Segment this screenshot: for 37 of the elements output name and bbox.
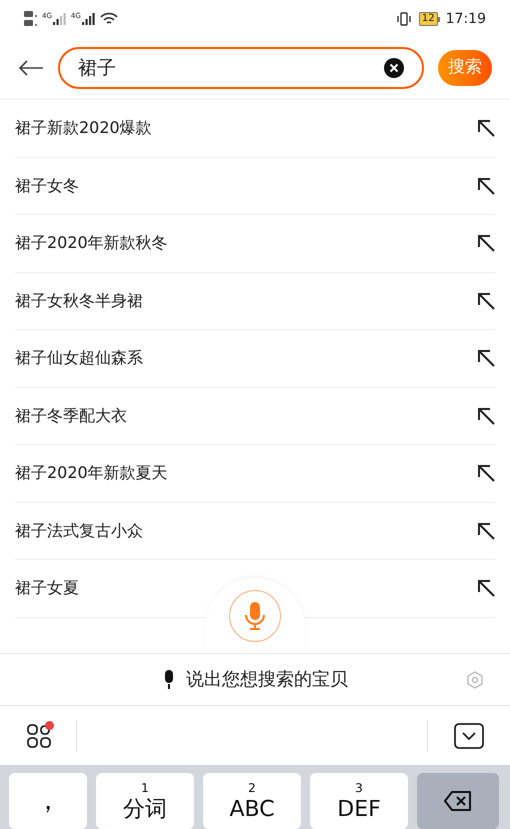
- suggestion-item[interactable]: 裙子仙女超仙森系: [15, 330, 495, 388]
- suggestion-item[interactable]: 裙子新款2020爆款: [15, 100, 495, 158]
- microphone-icon: [243, 601, 267, 631]
- wifi-icon: [100, 12, 118, 26]
- comma-key[interactable]: ，: [9, 773, 87, 829]
- hd-sim-icon: [24, 10, 38, 28]
- suggestion-item[interactable]: 裙子冬季配大衣: [15, 388, 495, 445]
- keyboard-key[interactable]: 3 DEF: [310, 773, 408, 829]
- search-field[interactable]: 裙子: [58, 47, 424, 89]
- signal-icon: [52, 13, 67, 25]
- key-label: 分词: [123, 796, 167, 824]
- clock: 17:19: [446, 10, 486, 28]
- back-arrow-icon[interactable]: [18, 59, 44, 77]
- key-number: 3: [355, 781, 363, 795]
- apps-icon[interactable]: [26, 722, 52, 748]
- suggestion-item[interactable]: 裙子法式复古小众: [15, 502, 495, 560]
- clear-icon[interactable]: [384, 58, 404, 78]
- suggestion-item[interactable]: 裙子2020年新款秋冬: [15, 215, 495, 272]
- microphone-button[interactable]: [229, 590, 281, 642]
- backspace-icon: [443, 790, 473, 812]
- battery-indicator: 12: [418, 12, 440, 26]
- keyboard-key[interactable]: 1 分词: [96, 773, 194, 829]
- suggestion-item[interactable]: 裙子女秋冬半身裙: [15, 272, 495, 330]
- key-label: DEF: [337, 796, 381, 824]
- suggestion-item[interactable]: 裙子女冬: [15, 158, 495, 215]
- vibrate-icon: [394, 12, 413, 26]
- hide-keyboard-icon[interactable]: [454, 722, 484, 748]
- search-text: 裙子: [78, 56, 117, 81]
- microphone-icon: [162, 670, 176, 690]
- suggestion-item[interactable]: 裙子2020年新款夏天: [15, 445, 495, 502]
- voice-hint-text: 说出您想搜索的宝贝: [186, 668, 348, 692]
- key-number: 2: [248, 781, 256, 795]
- key-label: ABC: [229, 796, 275, 824]
- signal-icon: [82, 13, 96, 25]
- delete-key[interactable]: [417, 773, 499, 829]
- key-number: 1: [141, 781, 149, 795]
- keyboard-key[interactable]: 2 ABC: [203, 773, 301, 829]
